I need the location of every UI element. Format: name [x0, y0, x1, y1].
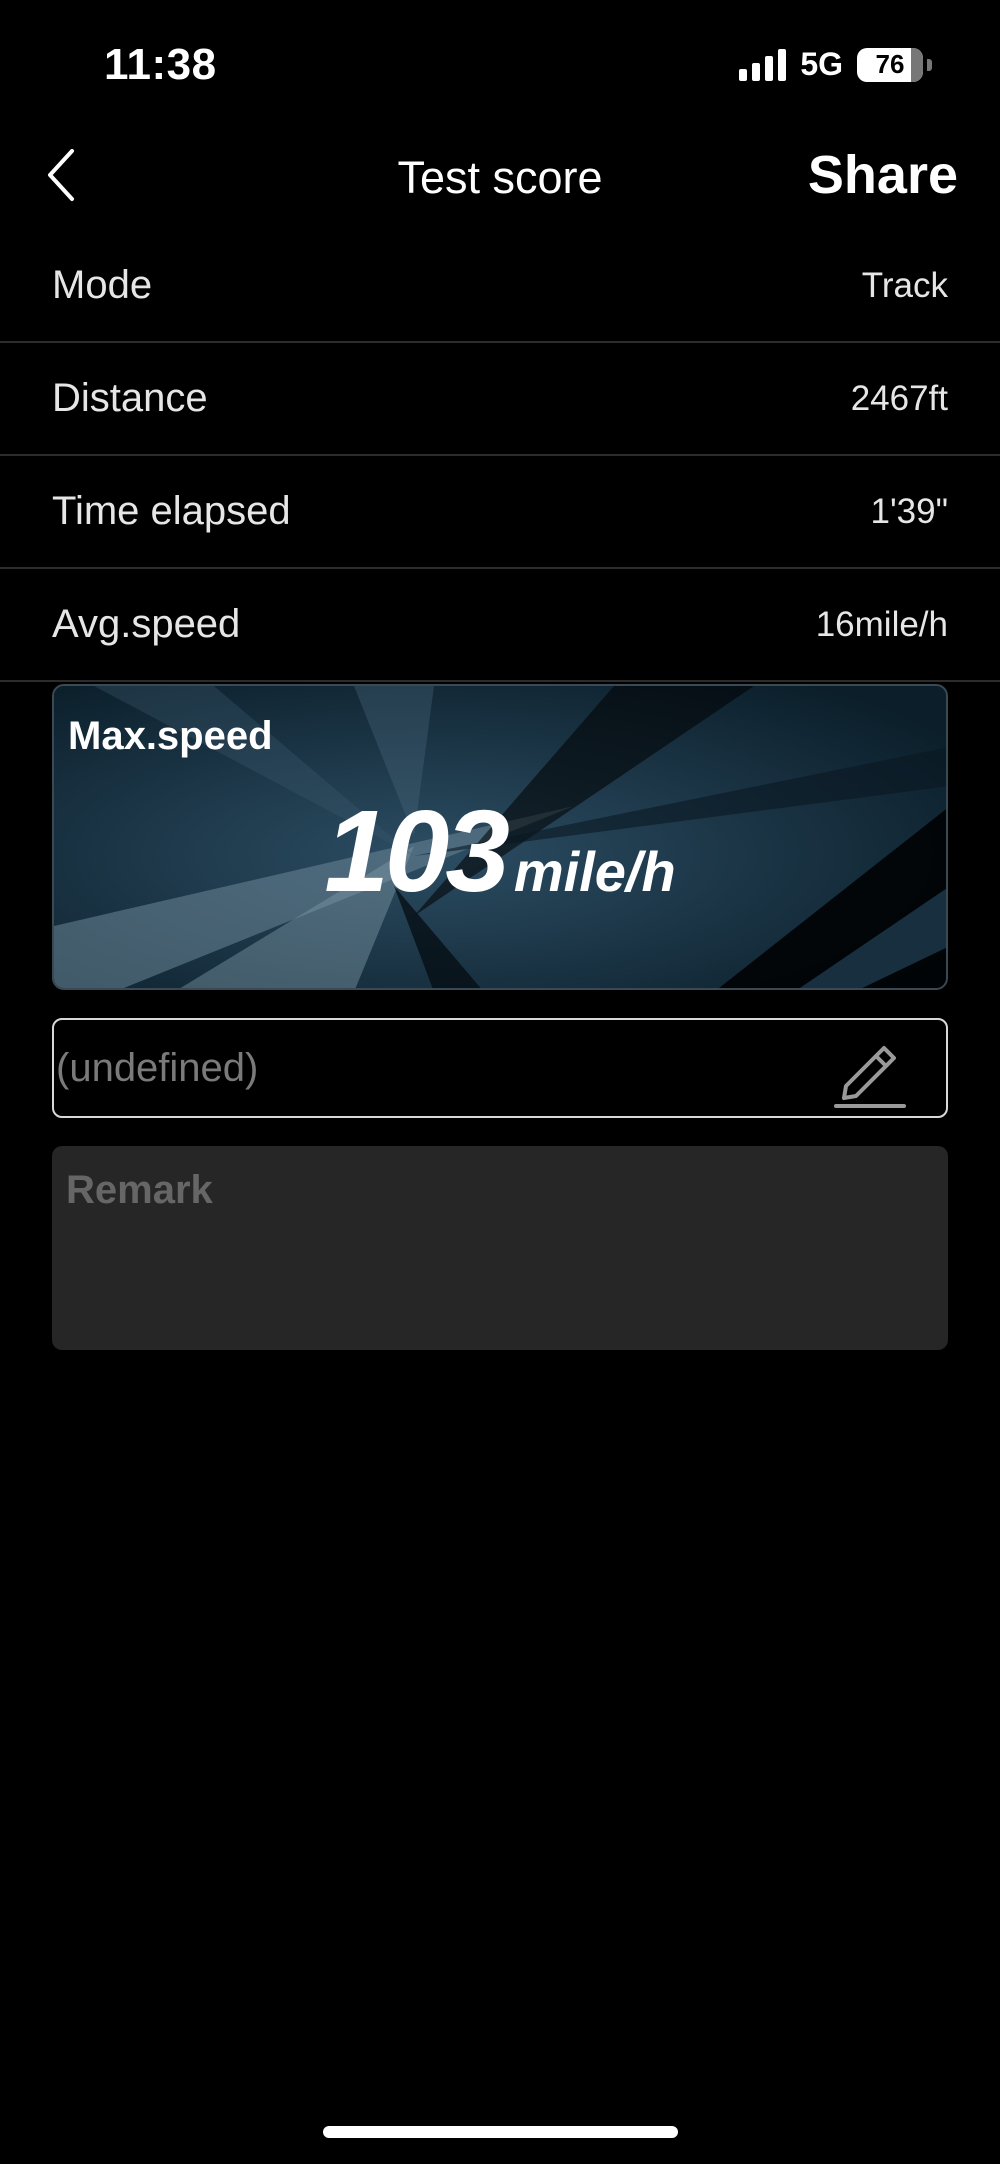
- battery-level: 76: [875, 49, 905, 79]
- battery-icon: 76: [857, 47, 923, 82]
- max-speed-card: Max.speed 103 mile/h: [52, 684, 948, 990]
- info-label: Avg.speed: [52, 602, 241, 646]
- remark-textarea[interactable]: Remark: [52, 1146, 948, 1350]
- battery-tip: [927, 58, 932, 71]
- info-row-mode: Mode Track: [0, 230, 1000, 343]
- info-list: Mode Track Distance 2467ft Time elapsed …: [0, 230, 1000, 682]
- max-speed-unit: mile/h: [513, 840, 676, 903]
- name-field[interactable]: (undefined): [52, 1018, 948, 1118]
- info-row-time-elapsed: Time elapsed 1'39": [0, 456, 1000, 569]
- status-indicators: 5G 76: [739, 46, 932, 83]
- network-type: 5G: [800, 46, 843, 82]
- max-speed-value: 103: [324, 786, 510, 916]
- info-value: 16mile/h: [815, 604, 948, 644]
- info-label: Mode: [52, 263, 153, 307]
- status-bar: 11:38 5G 76: [0, 0, 1000, 120]
- max-speed-label: Max.speed: [68, 714, 273, 758]
- status-time: 11:38: [104, 40, 217, 89]
- signal-icon: [739, 48, 787, 81]
- remark-placeholder: Remark: [66, 1168, 213, 1212]
- name-field-text: (undefined): [56, 1045, 259, 1090]
- info-row-distance: Distance 2467ft: [0, 343, 1000, 456]
- nav-bar: Test score Share: [0, 120, 1000, 230]
- info-label: Time elapsed: [52, 489, 291, 533]
- info-value: 2467ft: [850, 378, 948, 418]
- home-indicator[interactable]: [323, 2126, 678, 2138]
- info-value: Track: [861, 265, 948, 305]
- share-button[interactable]: Share: [808, 144, 958, 206]
- info-label: Distance: [52, 376, 208, 420]
- info-row-avg-speed: Avg.speed 16mile/h: [0, 569, 1000, 682]
- max-speed-readout: 103 mile/h: [54, 784, 946, 918]
- pencil-icon[interactable]: [830, 1030, 910, 1110]
- info-value: 1'39": [870, 491, 948, 531]
